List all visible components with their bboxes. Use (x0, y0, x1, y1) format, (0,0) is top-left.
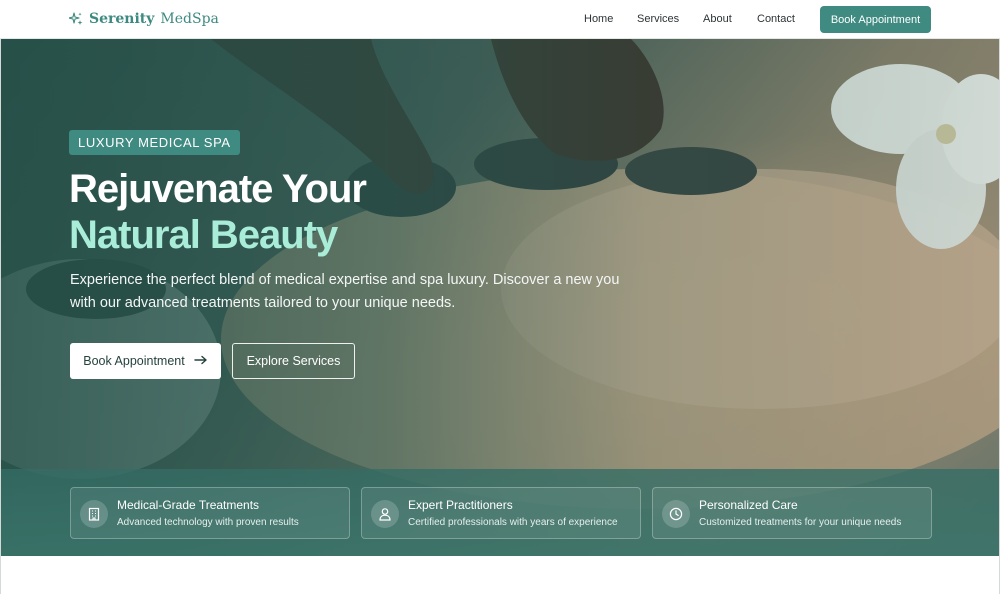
building-icon (80, 500, 108, 528)
hero-badge: LUXURY MEDICAL SPA (69, 130, 240, 155)
sparkle-icon (69, 12, 83, 26)
nav-book-appointment-button[interactable]: Book Appointment (820, 6, 931, 33)
navbar: Serenity MedSpa Home Services About Conta… (0, 0, 1000, 39)
arrow-right-icon (194, 354, 208, 368)
brand-name-light: MedSpa (160, 11, 219, 27)
hero-section: LUXURY MEDICAL SPA Rejuvenate Your Natur… (1, 39, 999, 556)
nav-contact-link[interactable]: Contact (757, 13, 795, 25)
hero-book-appointment-label: Book Appointment (83, 354, 185, 368)
feature-card-medical-grade: Medical-Grade Treatments Advanced techno… (70, 487, 350, 539)
feature-description: Customized treatments for your unique ne… (699, 517, 902, 528)
clock-icon (662, 500, 690, 528)
feature-card-personalized-care: Personalized Care Customized treatments … (652, 487, 932, 539)
feature-title: Medical-Grade Treatments (117, 498, 260, 512)
hero-headline-line1: Rejuvenate Your (69, 167, 367, 211)
feature-description: Certified professionals with years of ex… (408, 517, 618, 528)
brand-name-bold: Serenity (89, 11, 155, 27)
feature-title: Personalized Care (699, 498, 798, 512)
nav-home-link[interactable]: Home (584, 13, 613, 25)
hero-headline-line2: Natural Beauty (69, 213, 338, 257)
user-icon (371, 500, 399, 528)
hero-explore-services-button[interactable]: Explore Services (232, 343, 355, 379)
window-border-left (0, 39, 1, 594)
features-strip: Medical-Grade Treatments Advanced techno… (1, 469, 999, 556)
feature-description: Advanced technology with proven results (117, 517, 299, 528)
hero-subtext: Experience the perfect blend of medical … (70, 272, 620, 311)
brand-logo[interactable]: Serenity MedSpa (69, 9, 219, 29)
nav-about-link[interactable]: About (703, 13, 732, 25)
feature-title: Expert Practitioners (408, 498, 513, 512)
page-below-hero (0, 556, 1000, 594)
hero-headline: Rejuvenate Your Natural Beauty (69, 166, 629, 258)
nav-services-link[interactable]: Services (637, 13, 679, 25)
feature-card-expert-practitioners: Expert Practitioners Certified professio… (361, 487, 641, 539)
hero-book-appointment-button[interactable]: Book Appointment (70, 343, 221, 379)
